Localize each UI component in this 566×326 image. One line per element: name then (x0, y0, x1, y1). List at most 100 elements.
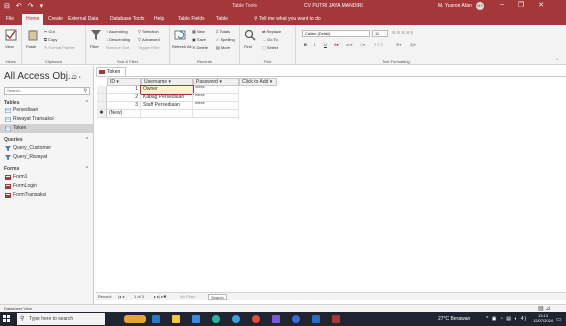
cell-id[interactable]: 3 (107, 102, 141, 110)
close-icon[interactable]: ✕ (538, 1, 544, 9)
row-selector[interactable] (97, 94, 107, 102)
refresh-all-button[interactable]: Refresh All (172, 44, 191, 49)
cell-password[interactable]: ***** (193, 86, 239, 94)
document-tab-token[interactable]: Token (96, 67, 126, 76)
font-color-icon[interactable]: A▾ (334, 42, 339, 47)
nav-item-query-riwayat[interactable]: Query_Riwayat (0, 153, 93, 162)
bold-button[interactable]: B (304, 42, 307, 47)
cell-id[interactable]: 2 (107, 94, 141, 102)
cell-new-username[interactable] (141, 110, 193, 118)
app-icon[interactable] (232, 315, 240, 323)
list-format-icons[interactable]: ☰ ☰ ☰ ☰ ¶ (392, 30, 413, 35)
row-selector[interactable] (97, 86, 107, 94)
select-button[interactable]: ⬚ Select (262, 45, 278, 50)
minimize-icon[interactable]: – (500, 1, 504, 9)
edge-icon[interactable] (212, 315, 220, 323)
paste-icon[interactable] (27, 29, 39, 41)
tab-external-data[interactable]: External Data (68, 16, 98, 22)
column-header-click-to-add[interactable]: Click to Add ▾ (239, 78, 277, 86)
nav-item-query-customer[interactable]: Query_Customer (0, 144, 93, 153)
column-header-id[interactable]: ID ▾ (107, 78, 141, 86)
user-name[interactable]: M. Yusron Afan (438, 3, 472, 9)
filter-button[interactable]: Filter (90, 44, 99, 49)
view-icon[interactable] (5, 29, 17, 41)
cell-password[interactable]: ***** (193, 102, 239, 110)
cell-username[interactable]: Staff Persediaan (141, 102, 193, 110)
notification-icon[interactable]: ▭ (556, 316, 562, 323)
save-icon[interactable]: ⊟ (4, 2, 10, 10)
widgets-icon[interactable] (124, 315, 146, 323)
word-icon[interactable] (312, 315, 320, 323)
nav-search-input[interactable]: Search... ⚲ (4, 87, 90, 95)
system-tray-icons[interactable]: ^ ▣ ◔ ▤ ◐ 4) (486, 316, 527, 322)
taskbar-search-input[interactable]: ⚲ Type here to search (17, 313, 105, 325)
save-record-button[interactable]: ▣ Save (192, 37, 206, 42)
filter-state[interactable]: No Filter (180, 294, 195, 299)
nav-group-forms[interactable]: Forms ^ (4, 166, 90, 172)
refresh-icon[interactable] (174, 29, 186, 41)
filter-icon[interactable] (90, 29, 102, 41)
customize-qat-icon[interactable]: ▾ (40, 2, 44, 10)
new-row-marker[interactable]: ✱ (97, 110, 107, 118)
restore-icon[interactable]: ❐ (518, 1, 524, 9)
replace-button[interactable]: ⇄ Replace (262, 29, 281, 34)
tab-create[interactable]: Create (48, 16, 63, 22)
nav-item-formtransaksi[interactable]: FormTransaksi (0, 191, 93, 200)
cell-new-password[interactable] (193, 110, 239, 118)
font-name-select[interactable]: Calibri (Detail) (302, 30, 370, 37)
find-icon[interactable] (244, 29, 256, 41)
record-nav-next-last[interactable]: ▸ ▸| ▸✱ (154, 294, 167, 299)
toggle-filter-button[interactable]: Toggle Filter (138, 45, 160, 50)
cell-password[interactable]: ***** (193, 94, 239, 102)
redo-icon[interactable]: ↷ (28, 2, 34, 10)
collapse-ribbon-icon[interactable]: ^ (556, 57, 558, 62)
cell-new-id[interactable]: (New) (107, 110, 141, 118)
alt-row-color-icon[interactable]: ▤▾ (410, 42, 416, 47)
tab-file[interactable]: File (6, 16, 14, 22)
app-icon[interactable] (292, 315, 300, 323)
view-switch-icons[interactable]: ▤ ⊿ (538, 305, 550, 312)
row-selector[interactable] (97, 102, 107, 110)
clock[interactable]: 13:13 12/07/2024 (533, 313, 553, 323)
undo-icon[interactable]: ↶ (16, 2, 22, 10)
cell-username[interactable]: Owner (140, 85, 194, 95)
totals-button[interactable]: Σ Totals (216, 29, 230, 34)
italic-button[interactable]: I (314, 42, 315, 47)
ascending-button[interactable]: ↑ Ascending (106, 29, 128, 34)
tab-help[interactable]: Help (154, 16, 164, 22)
access-icon[interactable] (332, 315, 340, 323)
selection-button[interactable]: ▽ Selection (138, 29, 159, 34)
descending-button[interactable]: ↓ Descending (106, 37, 130, 42)
cell-id[interactable]: 1 (107, 86, 141, 94)
remove-sort-button[interactable]: Remove Sort (106, 45, 129, 50)
avatar[interactable]: MY (476, 2, 484, 10)
chrome-icon[interactable] (252, 315, 260, 323)
align-icons[interactable]: ≡ ≡ ≡ (374, 42, 383, 47)
store-icon[interactable] (192, 315, 200, 323)
highlight-icon[interactable]: ab▾ (346, 42, 352, 47)
view-button[interactable]: View (5, 44, 14, 49)
nav-item-token[interactable]: Token (0, 124, 93, 133)
copy-button[interactable]: ⧉ Copy (44, 37, 57, 42)
tell-me-box[interactable]: ⚲ Tell me what you want to do (254, 16, 321, 22)
spelling-button[interactable]: ✓ Spelling (216, 37, 235, 42)
delete-record-button[interactable]: ✕ Delete (192, 45, 208, 50)
nav-title[interactable]: All Access Obj... (4, 71, 76, 82)
new-record-button[interactable]: ▦ New (192, 29, 205, 34)
nav-item-riwayat-transaksi[interactable]: Riwayat Transaksi (0, 115, 93, 124)
nav-item-form1[interactable]: Form1 (0, 173, 93, 182)
font-size-select[interactable]: 11 (372, 30, 388, 37)
advanced-button[interactable]: ▽ Advanced (138, 37, 160, 42)
tab-table-fields[interactable]: Table Fields (178, 16, 205, 22)
record-nav-first-prev[interactable]: |◂ ◂ (118, 294, 124, 299)
gridlines-icon[interactable]: ⊞▾ (396, 42, 401, 47)
nav-controls[interactable]: ⊙ ‹ (72, 74, 81, 81)
nav-item-persediaan[interactable]: Persediaan (0, 106, 93, 115)
column-header-password[interactable]: Password ▾ (193, 78, 239, 86)
windows-start-icon[interactable] (3, 315, 11, 323)
nav-group-queries[interactable]: Queries ^ (4, 137, 90, 143)
task-view-icon[interactable] (152, 315, 160, 323)
column-header-username[interactable]: Username ▾ (141, 78, 193, 86)
cell-username[interactable]: Kabag Persediaan (141, 94, 193, 102)
underline-button[interactable]: U (324, 42, 327, 47)
